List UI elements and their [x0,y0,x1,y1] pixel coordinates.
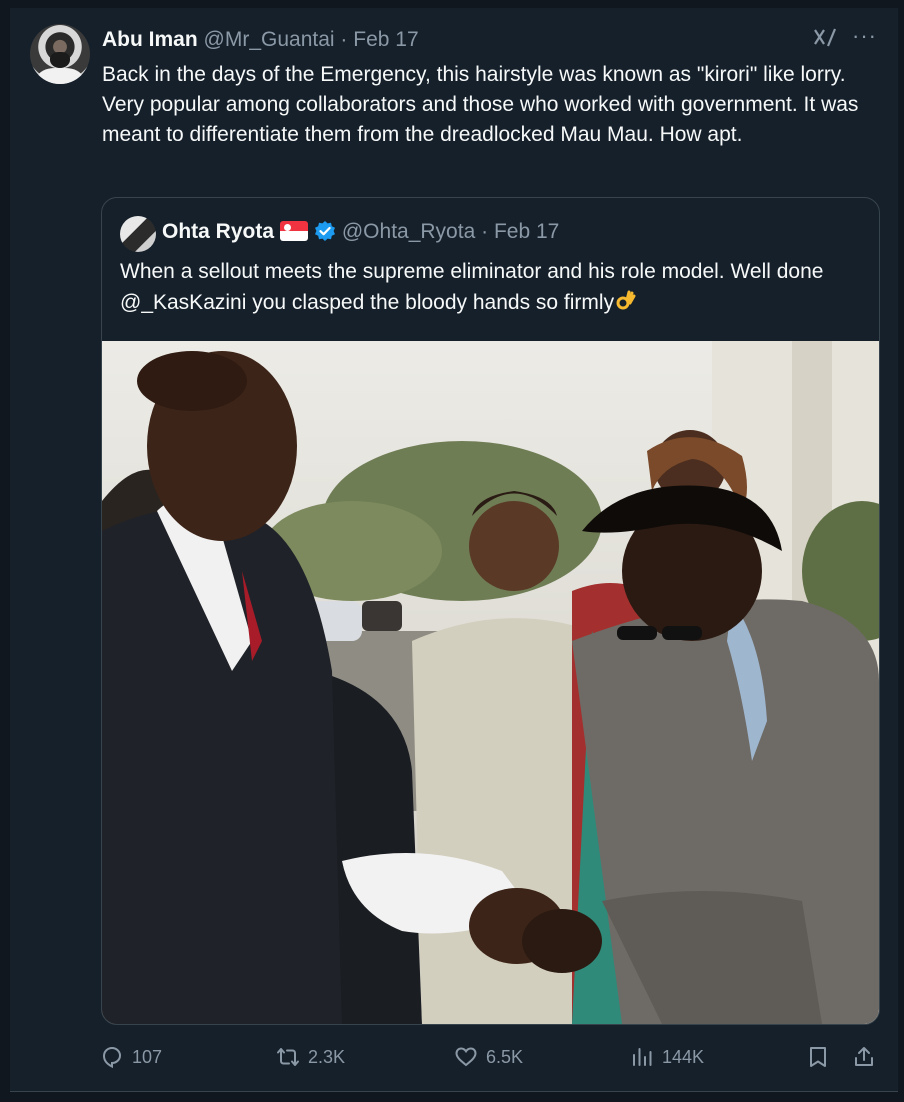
quoted-post-header: Ohta Ryota @Ohta_Ryota · Feb 17 [162,220,559,244]
repost-button[interactable]: 2.3K [276,1040,345,1074]
view-count: 144K [662,1046,705,1067]
author-name[interactable]: Abu Iman [102,28,198,51]
singapore-flag-icon [280,221,309,241]
author-handle[interactable]: @Mr_Guantai [204,28,335,51]
ok-hand-icon [616,290,636,310]
more-options-icon[interactable]: ··· [852,25,878,52]
quoted-post-body: When a sellout meets the supreme elimina… [120,260,824,314]
verified-badge-icon [315,221,336,241]
quoted-post-date[interactable]: Feb 17 [494,220,559,243]
quoted-author-handle[interactable]: @Ohta_Ryota [342,220,475,243]
avatar-shirt [38,68,82,84]
like-button[interactable]: 6.5K [454,1040,523,1074]
reply-icon [102,1046,122,1069]
grok-icon[interactable] [812,26,838,52]
reply-count: 107 [132,1046,163,1067]
heart-icon [455,1047,477,1067]
window-frame-right [898,0,904,1102]
post-text: Back in the days of the Emergency, this … [102,63,859,146]
quoted-post-text: When a sellout meets the supreme elimina… [120,256,860,318]
analytics-icon [633,1048,652,1066]
bookmark-icon [810,1047,826,1067]
post-header: Abu Iman @Mr_Guantai · Feb 17 [102,28,419,52]
window-frame-left [0,0,10,1102]
bookmark-button[interactable] [806,1040,838,1074]
share-icon [855,1047,873,1066]
handshake-photo-illustration [102,341,879,1024]
window-frame-top [0,0,904,8]
like-count: 6.5K [486,1046,524,1067]
reply-button[interactable]: 107 [100,1040,162,1074]
handshake-photo[interactable] [102,341,879,1024]
repost-icon [277,1048,299,1066]
quoted-header-separator: · [481,220,489,243]
post-divider [10,1091,898,1092]
window-frame-bottom [0,1092,904,1102]
repost-count: 2.3K [308,1046,346,1067]
quoted-post-card[interactable]: Ohta Ryota @Ohta_Ryota · Feb 17 When a s… [101,197,880,1025]
author-avatar[interactable] [30,24,90,84]
share-button[interactable] [852,1040,884,1074]
quoted-author-name[interactable]: Ohta Ryota [162,220,274,243]
avatar-beard [50,52,70,68]
post-date[interactable]: Feb 17 [353,28,418,51]
post-actions-bar: 107 2.3K 6.5K 144K [100,1040,880,1074]
quoted-author-avatar[interactable] [120,216,156,252]
header-separator: · [340,28,348,51]
views-button[interactable]: 144K [630,1040,704,1074]
